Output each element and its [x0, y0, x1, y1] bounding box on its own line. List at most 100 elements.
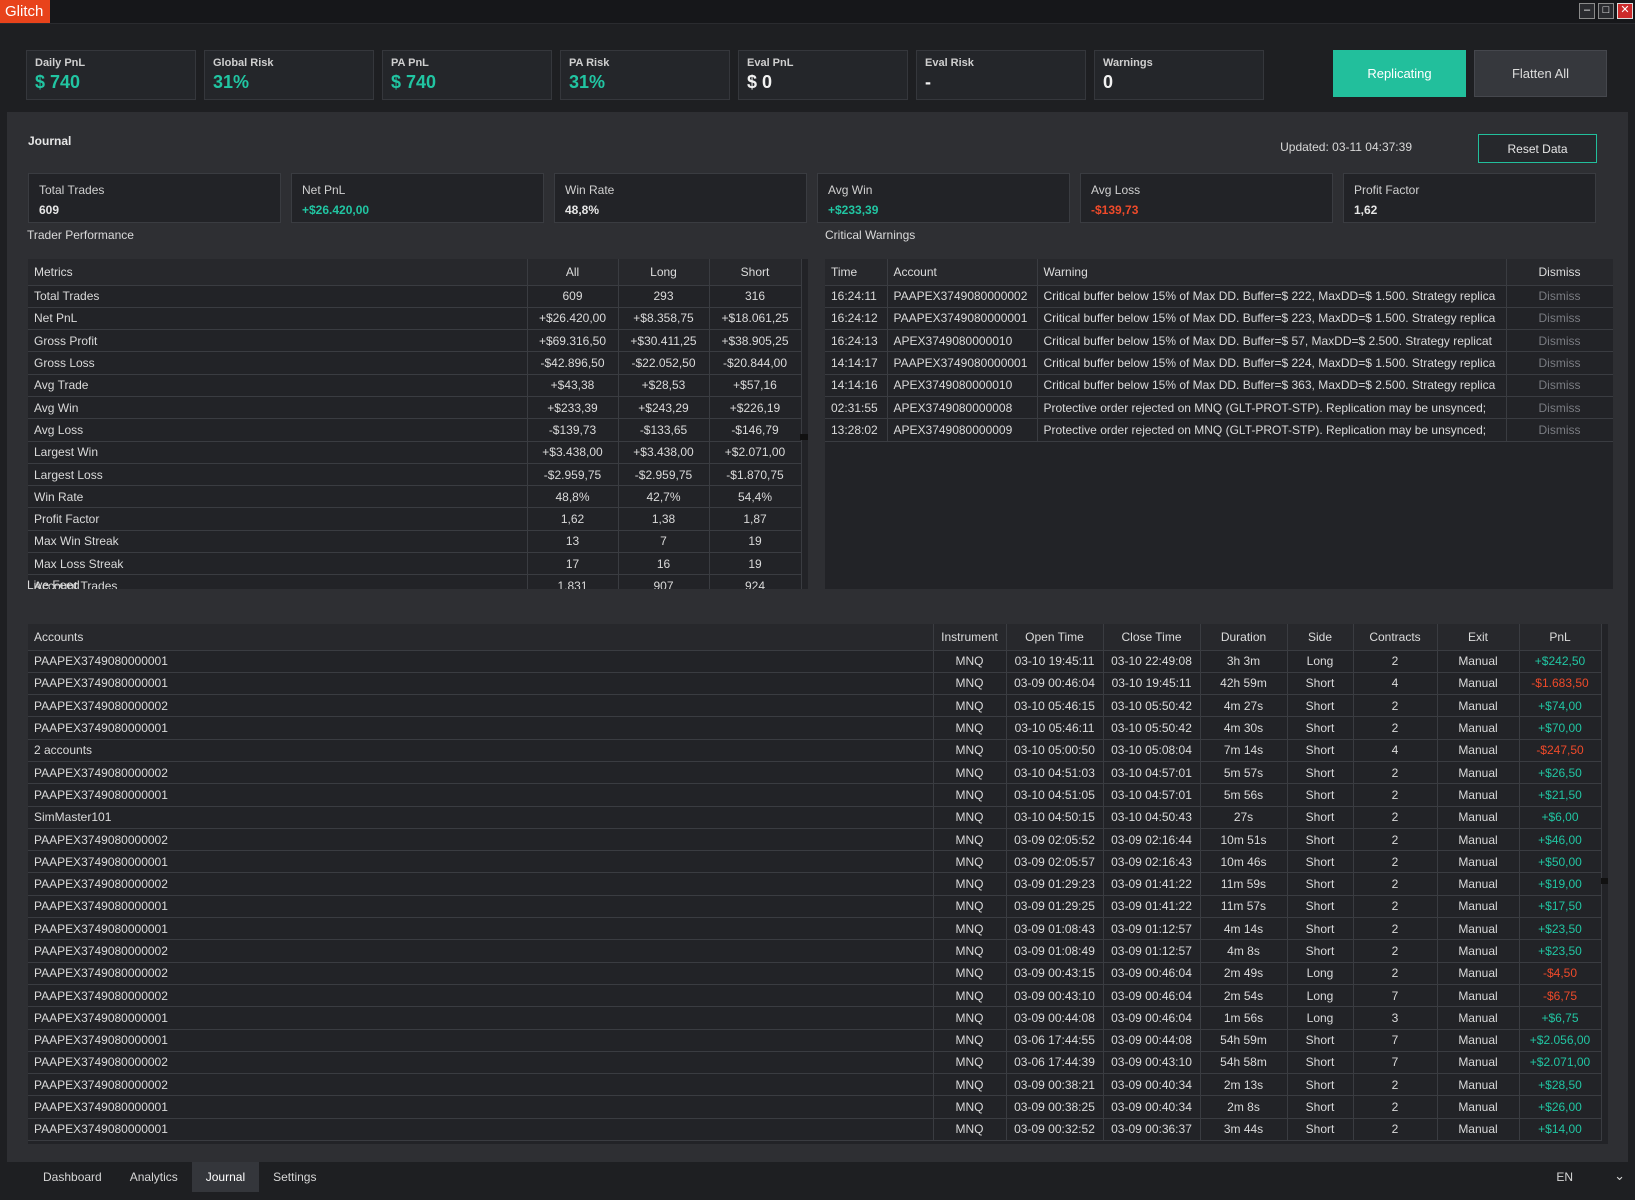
dismiss-button[interactable]: Dismiss	[1506, 307, 1613, 331]
summary-value: +$26.420,00	[302, 203, 370, 217]
contracts: 2	[1353, 761, 1438, 785]
scrollbar-thumb[interactable]	[1601, 878, 1608, 884]
summary-value: +$233,39	[828, 203, 879, 217]
column-header-pnl[interactable]: PnL	[1519, 624, 1602, 651]
language-select[interactable]: EN	[1556, 1170, 1573, 1184]
column-header-open-time[interactable]: Open Time	[1006, 624, 1104, 651]
table-row[interactable]: PAAPEX3749080000002 MNQ 03-09 00:43:10 03-0…	[28, 984, 1602, 1008]
exit: Manual	[1437, 739, 1520, 762]
table-row[interactable]: SimMaster101 MNQ 03-10 04:50:15 03-10 04:50…	[28, 806, 1602, 829]
column-header-close-time[interactable]: Close Time	[1103, 624, 1201, 651]
table-header-row: Metrics All Long Short	[28, 259, 802, 286]
table-row[interactable]: PAAPEX3749080000001 MNQ 03-09 01:29:25 03-0…	[28, 895, 1602, 919]
dismiss-button[interactable]: Dismiss	[1506, 396, 1613, 420]
reset-data-button[interactable]: Reset Data	[1478, 134, 1597, 163]
summary-value: 609	[39, 203, 60, 217]
tab-analytics[interactable]: Analytics	[116, 1162, 192, 1192]
side: Long	[1287, 1006, 1354, 1030]
table-row: 14:14:16 APEX3749080000010 Critical buffer…	[825, 374, 1613, 397]
column-header-short[interactable]: Short	[709, 259, 802, 286]
instrument: MNQ	[933, 962, 1007, 985]
column-header-metrics[interactable]: Metrics	[28, 259, 528, 286]
contracts: 2	[1353, 650, 1438, 673]
table-row[interactable]: PAAPEX3749080000002 MNQ 03-10 05:46:15 03-1…	[28, 694, 1602, 718]
table-row[interactable]: 2 accounts MNQ 03-10 05:00:50 03-10 05:08:0…	[28, 739, 1602, 762]
column-header-dismiss[interactable]: Dismiss	[1506, 259, 1613, 286]
table-row[interactable]: PAAPEX3749080000001 MNQ 03-09 01:08:43 03-0…	[28, 917, 1602, 941]
value-all: +$233,39	[527, 396, 619, 420]
dismiss-button[interactable]: Dismiss	[1506, 329, 1613, 353]
warning-account: PAAPEX3749080000001	[887, 351, 1038, 375]
close-time: 03-09 01:41:22	[1103, 895, 1201, 919]
table-row[interactable]: PAAPEX3749080000001 MNQ 03-09 00:32:52 03-0…	[28, 1118, 1602, 1142]
stat-value: $ 740	[35, 72, 81, 92]
column-header-contracts[interactable]: Contracts	[1353, 624, 1438, 651]
column-header-time[interactable]: Time	[825, 259, 888, 286]
side: Short	[1287, 917, 1354, 941]
table-row[interactable]: PAAPEX3749080000002 MNQ 03-09 00:43:15 03-0…	[28, 962, 1602, 985]
duration: 5m 57s	[1200, 761, 1288, 785]
account: PAAPEX3749080000002	[28, 761, 934, 785]
warning-time: 16:24:12	[825, 307, 888, 331]
column-header-account[interactable]: Account	[887, 259, 1038, 286]
column-header-side[interactable]: Side	[1287, 624, 1354, 651]
duration: 2m 54s	[1200, 984, 1288, 1008]
chevron-down-icon[interactable]: ⌄	[1614, 1168, 1625, 1184]
column-header-duration[interactable]: Duration	[1200, 624, 1288, 651]
column-header-warning[interactable]: Warning	[1037, 259, 1507, 286]
replicating-button[interactable]: Replicating	[1333, 50, 1466, 97]
table-row[interactable]: PAAPEX3749080000001 MNQ 03-10 19:45:11 03-1…	[28, 650, 1602, 673]
dismiss-button[interactable]: Dismiss	[1506, 374, 1613, 397]
tab-journal[interactable]: Journal	[191, 1162, 260, 1192]
table-row: Gross Loss -$42.896,50 -$22.052,50 -$20.844…	[28, 351, 802, 375]
dismiss-button[interactable]: Dismiss	[1506, 351, 1613, 375]
column-header-all[interactable]: All	[527, 259, 619, 286]
page-title: Journal	[28, 134, 72, 148]
contracts: 4	[1353, 739, 1438, 762]
table-row[interactable]: PAAPEX3749080000002 MNQ 03-06 17:44:39 03-0…	[28, 1051, 1602, 1075]
maximize-icon[interactable]: □	[1598, 3, 1614, 19]
value-short: 19	[709, 552, 802, 576]
column-header-instrument[interactable]: Instrument	[933, 624, 1007, 651]
table-row[interactable]: PAAPEX3749080000001 MNQ 03-09 02:05:57 03-0…	[28, 850, 1602, 874]
table-row[interactable]: PAAPEX3749080000002 MNQ 03-09 00:38:21 03-0…	[28, 1073, 1602, 1097]
live-feed-table: Accounts Instrument Open Time Close Time…	[28, 624, 1608, 1144]
table-row: Net PnL +$26.420,00 +$8.358,75 +$18.061,25	[28, 307, 802, 331]
stat-label: Warnings	[1103, 57, 1153, 69]
column-header-long[interactable]: Long	[618, 259, 710, 286]
table-row[interactable]: PAAPEX3749080000001 MNQ 03-10 05:46:11 03-1…	[28, 716, 1602, 740]
table-row[interactable]: PAAPEX3749080000002 MNQ 03-09 01:08:49 03-0…	[28, 939, 1602, 963]
exit: Manual	[1437, 895, 1520, 919]
duration: 4m 27s	[1200, 694, 1288, 718]
dismiss-button[interactable]: Dismiss	[1506, 418, 1613, 442]
summary-profit-factor: Profit Factor 1,62	[1343, 173, 1596, 223]
exit: Manual	[1437, 1029, 1520, 1052]
flatten-all-button[interactable]: Flatten All	[1474, 50, 1607, 97]
value-long: +$3.438,00	[618, 441, 710, 464]
tab-dashboard[interactable]: Dashboard	[29, 1162, 116, 1192]
side: Short	[1287, 761, 1354, 785]
close-icon[interactable]: ✕	[1617, 3, 1633, 19]
table-row[interactable]: PAAPEX3749080000002 MNQ 03-10 04:51:03 03-1…	[28, 761, 1602, 785]
table-row[interactable]: PAAPEX3749080000001 MNQ 03-09 00:46:04 03-1…	[28, 672, 1602, 696]
column-header-accounts[interactable]: Accounts	[28, 624, 934, 651]
side: Long	[1287, 962, 1354, 985]
table-row[interactable]: PAAPEX3749080000002 MNQ 03-09 02:05:52 03-0…	[28, 828, 1602, 852]
column-header-exit[interactable]: Exit	[1437, 624, 1520, 651]
minimize-icon[interactable]: –	[1579, 3, 1595, 19]
table-row[interactable]: PAAPEX3749080000001 MNQ 03-10 04:51:05 03-1…	[28, 783, 1602, 807]
table-row[interactable]: PAAPEX3749080000001 MNQ 03-09 00:44:08 03-0…	[28, 1006, 1602, 1030]
table-row[interactable]: PAAPEX3749080000002 MNQ 03-09 01:29:23 03-0…	[28, 872, 1602, 896]
contracts: 2	[1353, 716, 1438, 740]
table-row[interactable]: PAAPEX3749080000001 MNQ 03-09 00:38:25 03-0…	[28, 1095, 1602, 1119]
account: PAAPEX3749080000001	[28, 1006, 934, 1030]
tab-settings[interactable]: Settings	[259, 1162, 330, 1192]
exit: Manual	[1437, 917, 1520, 941]
live-feed-heading: Live Feed	[27, 578, 80, 592]
table-row[interactable]: PAAPEX3749080000001 MNQ 03-06 17:44:55 03-0…	[28, 1029, 1602, 1052]
scrollbar-thumb[interactable]	[800, 434, 808, 440]
dismiss-button[interactable]: Dismiss	[1506, 285, 1613, 308]
side: Short	[1287, 739, 1354, 762]
value-all: +$3.438,00	[527, 441, 619, 464]
close-time: 03-09 00:46:04	[1103, 1006, 1201, 1030]
